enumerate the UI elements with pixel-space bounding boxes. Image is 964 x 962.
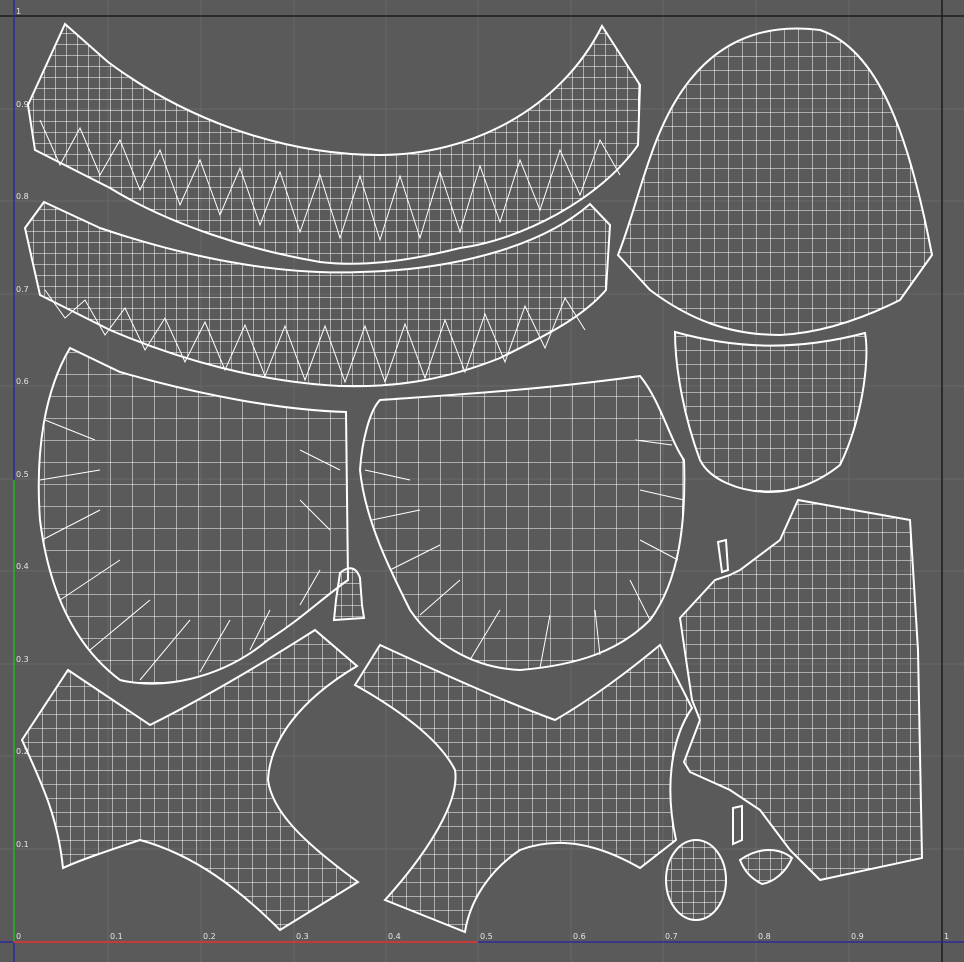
- u-tick: 0.3: [296, 932, 309, 941]
- u-tick: 0.1: [110, 932, 123, 941]
- v-tick: 0.4: [16, 562, 29, 571]
- u-tick: 0.8: [758, 932, 771, 941]
- u-tick: 0.4: [388, 932, 401, 941]
- v-tick: 0.9: [16, 100, 29, 109]
- v-tick: 0.1: [16, 840, 29, 849]
- u-tick: 0: [16, 932, 21, 941]
- v-tick: 0.7: [16, 285, 29, 294]
- u-tick: 1: [944, 932, 949, 941]
- u-tick: 0.5: [480, 932, 493, 941]
- v-tick: 0.3: [16, 655, 29, 664]
- u-tick: 0.7: [665, 932, 678, 941]
- u-tick: 0.9: [851, 932, 864, 941]
- v-tick: 0.6: [16, 377, 29, 386]
- u-tick: 0.6: [573, 932, 586, 941]
- u-tick: 0.2: [203, 932, 216, 941]
- uv-editor-viewport[interactable]: 0 0.1 0.2 0.3 0.4 0.5 0.6 0.7 0.8 0.9 1 …: [0, 0, 964, 962]
- uv-island-oval-patch[interactable]: [665, 839, 727, 921]
- v-tick: 1: [16, 7, 21, 16]
- v-tick: 0.5: [16, 470, 29, 479]
- v-tick: 0.8: [16, 192, 29, 201]
